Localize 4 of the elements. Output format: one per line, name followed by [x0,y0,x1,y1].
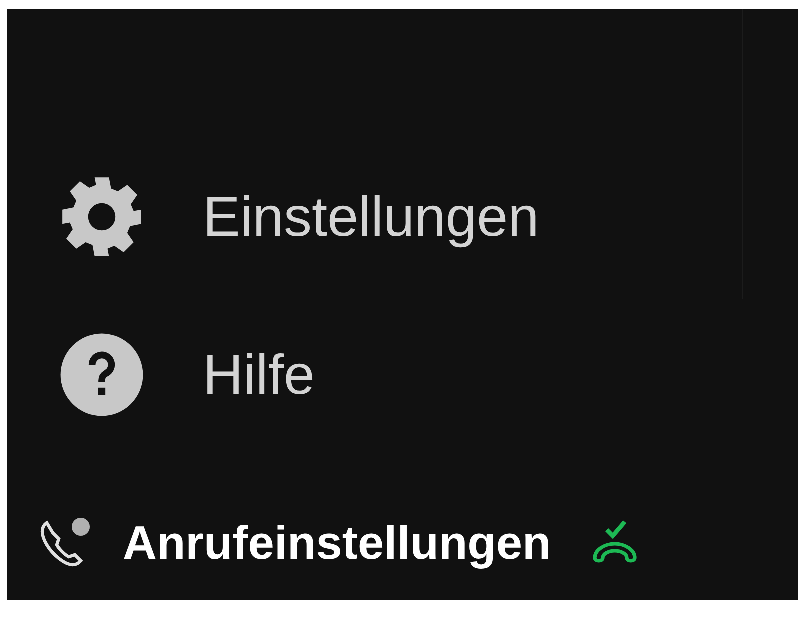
call-settings-link[interactable]: Anrufeinstellungen [123,514,552,570]
menu-item[interactable]: Einstellungen [203,186,540,248]
help-icon [59,332,145,418]
menu-item[interactable]: Hilfe [203,344,316,406]
